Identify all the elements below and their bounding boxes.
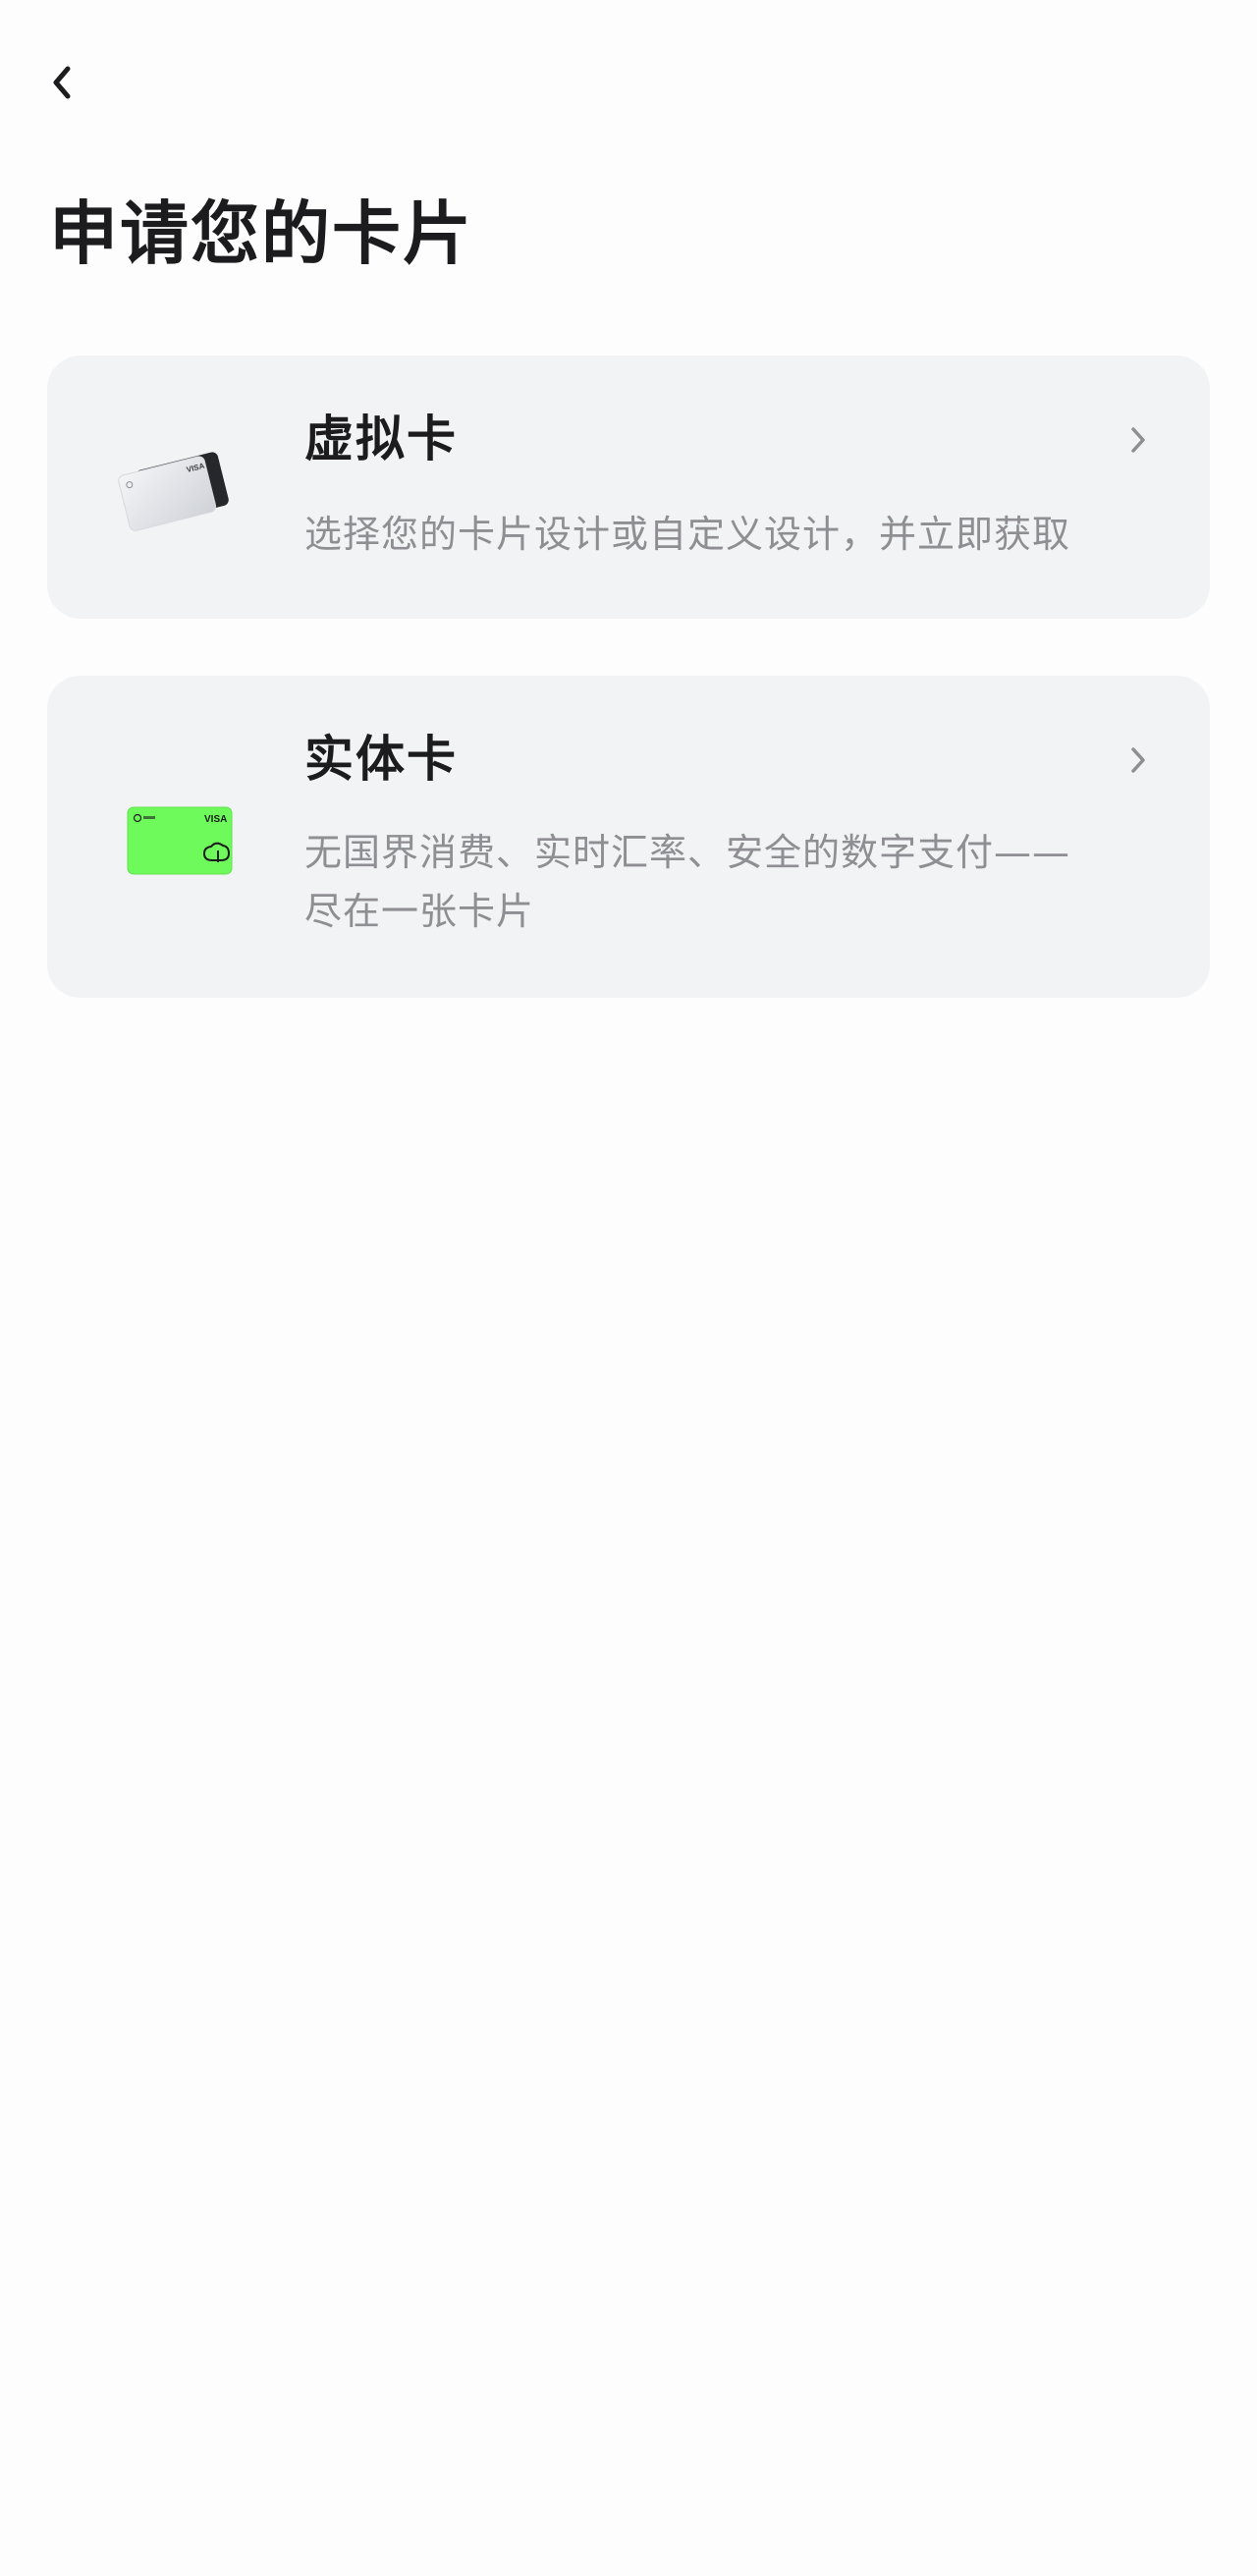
physical-card-description: 无国界消费、实时汇率、安全的数字支付—— 尽在一张卡片 [304,823,1188,941]
back-button[interactable] [37,57,88,108]
page-title: 申请您的卡片 [49,193,473,274]
chevron-left-icon [53,66,71,99]
physical-card-description-line1: 无国界消费、实时汇率、安全的数字支付—— [304,831,1071,874]
virtual-card-icon: VISA [108,432,236,544]
svg-text:VISA: VISA [204,814,227,825]
virtual-card-description: 选择您的卡片设计或自定义设计，并立即获取 [304,513,1071,556]
physical-card-description-line2: 尽在一张卡片 [304,890,535,933]
physical-card-title: 实体卡 [304,731,458,788]
virtual-card-title: 虚拟卡 [304,411,458,467]
physical-card-icon: VISA [108,792,236,894]
apply-card-screen: 申请您的卡片 VISA 虚拟卡 选择您的卡片设计或自定义设计，并立即获取 VIS… [0,0,1257,2576]
chevron-right-icon [1123,420,1153,460]
physical-card-option[interactable]: VISA 实体卡 无国界消费、实时汇率、安全的数字支付—— 尽在一张卡片 [47,676,1210,998]
virtual-card-option[interactable]: VISA 虚拟卡 选择您的卡片设计或自定义设计，并立即获取 [47,356,1210,619]
chevron-right-icon [1123,740,1153,780]
